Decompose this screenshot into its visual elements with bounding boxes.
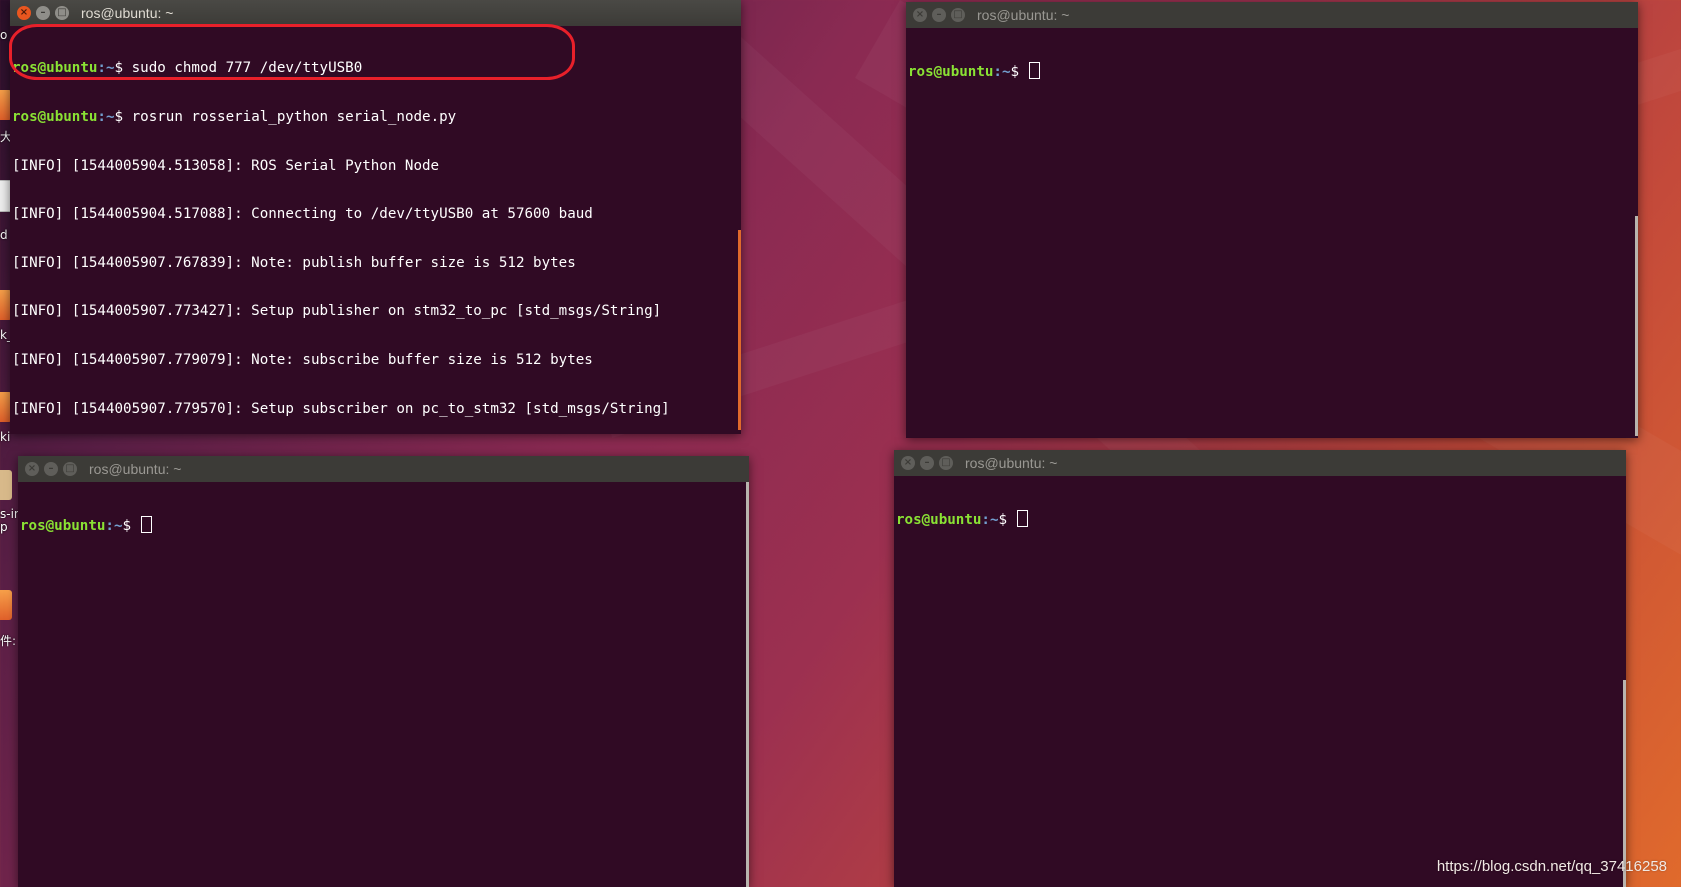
minimize-icon[interactable]: – [36, 6, 50, 20]
prompt-path: :~ [993, 64, 1011, 81]
minimize-icon[interactable]: – [920, 456, 934, 470]
command-line: ros@ubuntu:~$ [896, 510, 1626, 528]
maximize-icon[interactable]: □ [939, 456, 953, 470]
text-cursor [1028, 62, 1040, 80]
command-line: ros@ubuntu:~$ rosrun rosserial_python se… [12, 109, 741, 125]
close-icon[interactable]: × [25, 462, 39, 476]
prompt-user: ros@ubuntu [908, 64, 994, 81]
maximize-icon[interactable]: □ [55, 6, 69, 20]
folder-icon[interactable] [0, 590, 12, 620]
maximize-icon[interactable]: □ [63, 462, 77, 476]
title-bar[interactable]: × – □ ros@ubuntu: ~ [894, 450, 1626, 476]
scrollbar[interactable] [1635, 216, 1638, 436]
window-title: ros@ubuntu: ~ [89, 461, 182, 477]
title-bar[interactable]: × – □ ros@ubuntu: ~ [18, 456, 749, 482]
window-title: ros@ubuntu: ~ [965, 455, 1058, 471]
close-icon[interactable]: × [17, 6, 31, 20]
scrollbar[interactable] [1623, 680, 1626, 887]
prompt-symbol: $ [1010, 64, 1028, 81]
terminal-output[interactable]: ros@ubuntu:~$ [906, 28, 1638, 438]
command-text: rosrun rosserial_python serial_node.py [131, 109, 457, 126]
watermark: https://blog.csdn.net/qq_37416258 [1436, 858, 1667, 875]
prompt-user: ros@ubuntu [896, 512, 982, 529]
prompt-path: :~ [97, 109, 115, 126]
close-icon[interactable]: × [913, 8, 927, 22]
log-line: [INFO] [1544005904.513058]: ROS Serial P… [12, 157, 440, 174]
desktop-icon-label: o [0, 28, 8, 42]
close-icon[interactable]: × [901, 456, 915, 470]
desktop-icon-label: 件: [0, 634, 17, 648]
terminal-window-top-left[interactable]: × – □ ros@ubuntu: ~ ros@ubuntu:~$ sudo c… [10, 0, 741, 434]
prompt-user: ros@ubuntu [20, 518, 106, 535]
maximize-icon[interactable]: □ [951, 8, 965, 22]
command-line: ros@ubuntu:~$ [20, 516, 749, 534]
prompt-path: :~ [97, 60, 115, 77]
package-icon[interactable] [0, 470, 12, 500]
log-line: [INFO] [1544005907.773427]: Setup publis… [12, 303, 662, 320]
prompt-symbol: $ [114, 60, 132, 77]
minimize-icon[interactable]: – [932, 8, 946, 22]
log-line: [INFO] [1544005904.517088]: Connecting t… [12, 206, 593, 223]
text-cursor [1016, 510, 1028, 528]
text-cursor [140, 516, 152, 534]
prompt-symbol: $ [122, 518, 140, 535]
scrollbar[interactable] [746, 482, 749, 887]
prompt-path: :~ [981, 512, 999, 529]
command-line: ros@ubuntu:~$ [908, 62, 1638, 80]
command-text: sudo chmod 777 /dev/ttyUSB0 [131, 60, 363, 77]
prompt-user: ros@ubuntu [12, 109, 98, 126]
title-bar[interactable]: × – □ ros@ubuntu: ~ [906, 2, 1638, 28]
terminal-output[interactable]: ros@ubuntu:~$ sudo chmod 777 /dev/ttyUSB… [10, 26, 741, 434]
prompt-symbol: $ [998, 512, 1016, 529]
window-title: ros@ubuntu: ~ [81, 5, 174, 21]
desktop-icon-label: d [0, 228, 8, 242]
terminal-output[interactable]: ros@ubuntu:~$ [18, 482, 749, 887]
window-title: ros@ubuntu: ~ [977, 7, 1070, 23]
terminal-window-top-right[interactable]: × – □ ros@ubuntu: ~ ros@ubuntu:~$ [906, 2, 1638, 438]
log-line: [INFO] [1544005907.779570]: Setup subscr… [12, 400, 670, 417]
minimize-icon[interactable]: – [44, 462, 58, 476]
terminal-window-bottom-right[interactable]: × – □ ros@ubuntu: ~ ros@ubuntu:~$ [894, 450, 1626, 887]
prompt-symbol: $ [114, 109, 132, 126]
prompt-user: ros@ubuntu [12, 60, 98, 77]
terminal-output[interactable]: ros@ubuntu:~$ [894, 476, 1626, 887]
scrollbar[interactable] [738, 230, 741, 430]
log-line: [INFO] [1544005907.767839]: Note: publis… [12, 254, 576, 271]
desktop-icon-label: ki [0, 430, 11, 444]
terminal-window-bottom-left[interactable]: × – □ ros@ubuntu: ~ ros@ubuntu:~$ [18, 456, 749, 887]
title-bar[interactable]: × – □ ros@ubuntu: ~ [10, 0, 741, 26]
log-line: [INFO] [1544005907.779079]: Note: subscr… [12, 352, 593, 369]
command-line: ros@ubuntu:~$ sudo chmod 777 /dev/ttyUSB… [12, 60, 741, 76]
prompt-path: :~ [105, 518, 123, 535]
